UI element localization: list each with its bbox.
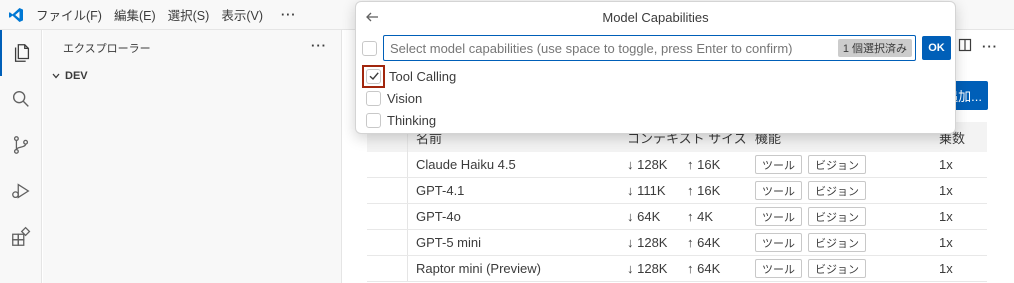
- back-arrow-icon[interactable]: [364, 9, 380, 25]
- quickpick-title-text: Model Capabilities: [602, 9, 709, 25]
- capabilities-list: Tool Calling Vision Thinking: [362, 64, 951, 131]
- files-icon[interactable]: [0, 30, 42, 76]
- input-tokens: ↓ 111K: [627, 183, 666, 198]
- multiplier: 1x: [939, 157, 953, 172]
- capability-tag: ビジョン: [808, 207, 866, 226]
- model-name: GPT-4.1: [407, 178, 617, 203]
- table-row[interactable]: Raptor mini (Preview) ↓ 128K ↑ 64K ツール ビジョ…: [367, 256, 987, 282]
- table-row[interactable]: GPT-5 mini ↓ 128K ↑ 64K ツール ビジョン 1x: [367, 230, 987, 256]
- list-item-label: Vision: [387, 90, 423, 106]
- sidebar-more-button[interactable]: ···: [311, 38, 327, 53]
- capability-tag: ビジョン: [808, 155, 866, 174]
- checkbox-unchecked[interactable]: [366, 112, 381, 128]
- list-item-label: Thinking: [387, 112, 437, 128]
- output-tokens: ↑ 64K: [687, 235, 721, 250]
- model-name: Claude Haiku 4.5: [407, 152, 617, 177]
- sidebar-title: エクスプローラー: [63, 42, 151, 55]
- run-debug-icon[interactable]: [0, 168, 42, 214]
- menu-view[interactable]: 表示(V): [215, 4, 269, 26]
- explorer-sidebar: エクスプローラー ··· DEV: [43, 30, 342, 283]
- capabilities-filter-input[interactable]: Select model capabilities (use space to …: [383, 35, 916, 61]
- input-tokens: ↓ 128K: [627, 235, 668, 250]
- output-tokens: ↑ 16K: [687, 157, 721, 172]
- input-placeholder: Select model capabilities (use space to …: [390, 40, 793, 56]
- model-name: GPT-4o: [407, 204, 617, 229]
- menu-more-button[interactable]: ···: [275, 4, 303, 26]
- model-name: GPT-5 mini: [407, 230, 617, 255]
- checkbox-unchecked[interactable]: [366, 90, 381, 106]
- output-tokens: ↑ 16K: [687, 183, 721, 198]
- folder-dev[interactable]: DEV: [43, 65, 341, 87]
- capability-tag: ツール: [755, 259, 802, 278]
- quickpick-input-row: Select model capabilities (use space to …: [362, 35, 951, 61]
- search-icon[interactable]: [0, 76, 42, 122]
- input-tokens: ↓ 128K: [627, 261, 668, 276]
- list-item-thinking[interactable]: Thinking: [366, 109, 951, 131]
- selected-count-badge: 1 個選択済み: [837, 39, 912, 57]
- table-row[interactable]: Claude Haiku 4.5 ↓ 128K ↑ 16K ツール ビジョン 1x: [367, 152, 987, 178]
- multiplier: 1x: [939, 183, 953, 198]
- split-editor-icon[interactable]: [958, 38, 972, 55]
- activity-bar: [0, 30, 42, 283]
- multiplier: 1x: [939, 235, 953, 250]
- chevron-down-icon: [49, 71, 63, 81]
- editor-actions: ···: [958, 38, 998, 55]
- list-item-label: Tool Calling: [389, 68, 457, 84]
- models-table: 名前 コンテキスト サイズ 機能 乗数 Claude Haiku 4.5 ↓ 1…: [367, 122, 987, 282]
- table-row[interactable]: GPT-4o ↓ 64K ↑ 4K ツール ビジョン 1x: [367, 204, 987, 230]
- capability-tag: ツール: [755, 181, 802, 200]
- list-item-tool-calling[interactable]: Tool Calling: [362, 64, 951, 88]
- model-capabilities-quickpick: Model Capabilities Select model capabili…: [355, 1, 956, 134]
- capability-tag: ビジョン: [808, 181, 866, 200]
- capability-tag: ビジョン: [808, 259, 866, 278]
- quickpick-title: Model Capabilities: [356, 2, 955, 32]
- table-row[interactable]: GPT-4.1 ↓ 111K ↑ 16K ツール ビジョン 1x: [367, 178, 987, 204]
- menu-selection[interactable]: 選択(S): [162, 4, 216, 26]
- model-name: Raptor mini (Preview): [407, 256, 617, 281]
- extensions-icon[interactable]: [0, 214, 42, 260]
- menu-file[interactable]: ファイル(F): [30, 4, 108, 26]
- capability-tag: ツール: [755, 207, 802, 226]
- output-tokens: ↑ 4K: [687, 209, 714, 224]
- output-tokens: ↑ 64K: [687, 261, 721, 276]
- source-control-icon[interactable]: [0, 122, 42, 168]
- input-tokens: ↓ 128K: [627, 157, 668, 172]
- more-actions-button[interactable]: ···: [982, 39, 998, 54]
- menu-edit[interactable]: 編集(E): [108, 4, 162, 26]
- capability-tag: ツール: [755, 233, 802, 252]
- select-all-checkbox[interactable]: [362, 40, 377, 56]
- vscode-logo-icon[interactable]: [2, 0, 30, 30]
- capability-tag: ツール: [755, 155, 802, 174]
- list-item-vision[interactable]: Vision: [366, 87, 951, 109]
- folder-label: DEV: [65, 70, 88, 82]
- checkbox-checked[interactable]: [366, 68, 381, 84]
- multiplier: 1x: [939, 209, 953, 224]
- input-tokens: ↓ 64K: [627, 209, 661, 224]
- capability-tag: ビジョン: [808, 233, 866, 252]
- ok-button[interactable]: OK: [922, 36, 951, 60]
- multiplier: 1x: [939, 261, 953, 276]
